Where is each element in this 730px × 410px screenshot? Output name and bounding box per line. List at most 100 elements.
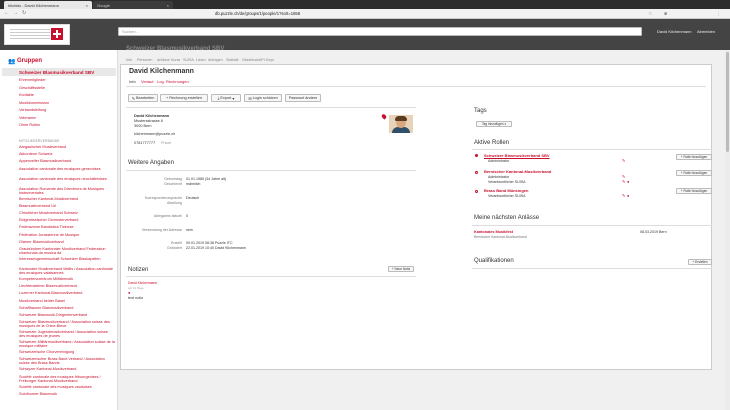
sidebar-item[interactable]: Geschäftsstelle	[19, 86, 45, 90]
sidebar-item[interactable]: Bernischer Kantonal-Musikverband	[19, 197, 115, 201]
sidebar-item[interactable]: Solothurner Blasmusik	[19, 392, 115, 396]
sidebar-item[interactable]: Schweizerische Chorvereinigung	[19, 350, 115, 354]
bookmark-icon[interactable]: ☆	[648, 11, 652, 17]
extension-icon[interactable]: ■	[664, 11, 667, 17]
event-name[interactable]: Kantonales Musikfest	[474, 230, 513, 234]
sidebar-item[interactable]: Veteranen	[19, 116, 36, 120]
delete-icon[interactable]: ●	[128, 290, 130, 295]
sidebar-item[interactable]: Musikkommission	[19, 101, 49, 105]
sidebar-item[interactable]: Association cantonale des musiques neuch…	[19, 177, 115, 181]
sidebar-item[interactable]: Schwyzer Kantonal-Musikverband	[19, 367, 115, 371]
sidebar-item[interactable]: Schweizer Jugendmusikverband / Associati…	[19, 330, 115, 338]
edit-icon[interactable]: ✎	[622, 179, 625, 184]
sidebar-item[interactable]: Blasmusikverband Uri	[19, 204, 115, 208]
sidebar-item[interactable]: Association cantonale des musiques genev…	[19, 167, 115, 171]
group-tab[interactable]: Listen	[196, 58, 206, 62]
group-tab[interactable]: API-Keys	[259, 58, 274, 62]
sidebar-item[interactable]: Schweizer Blasmusik-Dirigentenverband	[19, 313, 115, 317]
person-tab[interactable]: Rechnungen	[166, 79, 189, 84]
sidebar-item[interactable]: Musikverband beider Basel	[19, 299, 115, 303]
sidebar-item[interactable]: Eidgenössischer Orchesterverband	[19, 218, 115, 222]
sidebar-item[interactable]: Schweizerischer Brass Band Verband / Ass…	[19, 357, 115, 365]
sidebar-item[interactable]: Kontakte	[19, 93, 34, 97]
send-login-button[interactable]: ✉ Login schicken	[244, 94, 282, 102]
sidebar-item[interactable]: Ohne Rollen	[19, 123, 40, 127]
logout-link[interactable]: Abmelden	[697, 29, 715, 34]
close-icon[interactable]: ×	[167, 3, 169, 8]
person-tab[interactable]: Log	[157, 79, 164, 84]
sidebar-item[interactable]: Akkordeon Schweiz	[19, 152, 115, 156]
forward-icon[interactable]: →	[13, 10, 18, 16]
sidebar-item[interactable]: Schweizer Blasmusikverband / Association…	[19, 320, 115, 328]
close-icon[interactable]: ×	[86, 3, 88, 8]
quali-title: Qualifikationen	[474, 258, 514, 264]
sidebar-item[interactable]: Kantonaler Musikverband Wallis / Associa…	[19, 267, 115, 275]
group-tab[interactable]: Kurse	[171, 58, 180, 62]
person-tab[interactable]: Info	[129, 79, 136, 84]
add-role-button[interactable]: + Rolle hinzufügen	[676, 170, 712, 176]
group-tab[interactable]: Info	[126, 58, 132, 62]
group-title: Schweizer Blasmusikverband SBV	[126, 46, 225, 52]
add-role-button[interactable]: + Rolle hinzufügen	[676, 154, 712, 160]
people-icon: 👥	[8, 59, 16, 65]
browser-tab-bar: hitobito - David Kilchenmann × Google ×	[0, 0, 730, 9]
sidebar-item[interactable]: Kompetenzzentrum Militärmusik	[19, 277, 115, 281]
sidebar-item[interactable]: Ehrenmitglieder	[19, 78, 46, 82]
email-link[interactable]: kilchenmann@puzzle.ch	[134, 132, 175, 137]
export-button[interactable]: ⤓ Export ▾	[211, 94, 241, 102]
user-link[interactable]: David Kilchenmann	[657, 29, 691, 34]
sidebar-item[interactable]: Appenzeller Blasmusikverband	[19, 159, 115, 163]
delete-icon[interactable]: ●	[627, 193, 629, 198]
role-group-name[interactable]: Schweizer Blasmusikverband SBV	[484, 153, 550, 158]
sidebar-item[interactable]: Federazione Bandistica Ticinese	[19, 225, 115, 229]
scrollbar-thumb[interactable]	[726, 52, 729, 152]
sidebar-item[interactable]: Schweizer Militärmusikverband / Associat…	[19, 340, 115, 348]
address-block: David Kilchenmann Mustersstrasse 6 3000 …	[134, 114, 169, 129]
note-author[interactable]: David Kilchenmann	[128, 281, 157, 285]
invoice-button[interactable]: + Rechnung erstellen	[160, 94, 208, 102]
sidebar-item[interactable]: Société cantonale des musiques vaudoises	[19, 385, 115, 389]
change-password-button[interactable]: Passwort ändern	[285, 94, 321, 102]
add-role-button[interactable]: + Rolle hinzufügen	[676, 188, 712, 194]
edit-icon[interactable]: ✎	[622, 158, 625, 163]
search-input[interactable]: Suchen...	[118, 27, 642, 36]
sidebar-item[interactable]: Liechtensteiner Blasmusikverband	[19, 284, 115, 288]
person-tab[interactable]: Verlauf	[141, 79, 153, 84]
add-note-button[interactable]: + Neue Notiz	[388, 266, 414, 272]
logo[interactable]	[4, 24, 70, 45]
add-quali-button[interactable]: + Erstellen	[688, 259, 712, 265]
sidebar-item[interactable]: Société cantonale des musiques fribourge…	[19, 375, 115, 383]
role-group-name[interactable]: Brass Band Münsingen	[484, 188, 528, 193]
sidebar-item[interactable]: Interessengemeinschaft Schweizer Blaskap…	[19, 257, 115, 261]
roles-title: Aktive Rollen	[474, 140, 510, 146]
browser-tab-active[interactable]: hitobito - David Kilchenmann ×	[4, 1, 92, 9]
sidebar-item[interactable]: Schaffhauser Blasmusikverband	[19, 306, 115, 310]
sidebar-item[interactable]: Aargauischer Musikverband	[19, 145, 115, 149]
sidebar-item[interactable]: Association Romande des Directeurs de Mu…	[19, 187, 115, 195]
sidebar-item[interactable]: Glarner Blasmusikverband	[19, 240, 115, 244]
sidebar-item[interactable]: Graubündner Kantonaler Musikverband Fede…	[19, 247, 115, 255]
edit-icon[interactable]: ✎	[622, 193, 625, 198]
sidebar-item[interactable]: Verbandsleitung	[19, 108, 46, 112]
group-tab[interactable]: SUISA	[183, 58, 194, 62]
group-tab[interactable]: Statistik	[226, 58, 239, 62]
phone-link[interactable]: 0781777777	[134, 141, 155, 146]
group-tab[interactable]: Gästebuch	[242, 58, 259, 62]
group-tab[interactable]: Anfragen	[208, 58, 223, 62]
group-tab[interactable]: Anlässe	[157, 58, 170, 62]
delete-icon[interactable]: ●	[627, 179, 629, 184]
edit-button[interactable]: ✎ Bearbeiten	[128, 94, 158, 102]
add-tag-button[interactable]: Tag hinzufügen ▾	[476, 121, 512, 127]
url-field[interactable]: db.puzzle.ch/de/groups/1/people/1?sort=1…	[215, 11, 300, 16]
divider	[126, 170, 416, 171]
reload-icon[interactable]: ↻	[22, 10, 26, 16]
sidebar-item[interactable]: Luzerner Kantonal-Blasmusikverband	[19, 291, 115, 295]
sidebar-item[interactable]: Fédération Jurassienne de Musique	[19, 233, 115, 237]
menu-icon[interactable]: ⋮	[716, 11, 721, 17]
sidebar-item-main[interactable]: Schweizer Blasmusikverband SBV	[19, 70, 94, 75]
back-icon[interactable]: ←	[4, 10, 9, 16]
sidebar-item[interactable]: Christlicher Musikverband Schweiz	[19, 211, 115, 215]
role-group-name[interactable]: Bernischer Kantonal-Musikverband	[484, 169, 551, 174]
browser-tab[interactable]: Google ×	[93, 1, 173, 9]
group-tab[interactable]: Personen	[137, 58, 152, 62]
